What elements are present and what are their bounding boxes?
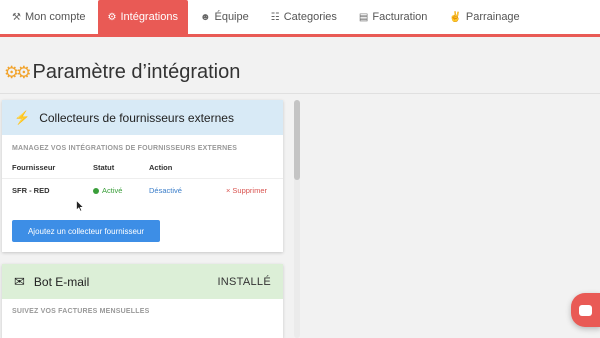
gear-icon: ⚙ — [107, 11, 117, 23]
status-dot-icon — [93, 187, 99, 194]
tab-label: Categories — [283, 11, 337, 23]
add-collector-button[interactable]: Ajoutez un collecteur fournisseur — [12, 220, 160, 242]
tab-parrainage[interactable]: ✌ Parrainage — [439, 0, 529, 34]
page-title-text: Paramètre d’intégration — [32, 61, 241, 83]
tab-categories[interactable]: ☷ Categories — [261, 0, 347, 34]
chat-bubble-icon — [579, 304, 592, 316]
tab-label: Parrainage — [465, 11, 520, 23]
collectors-subtitle: MANAGEZ VOS INTÉGRATIONS DE FOURNISSEURS… — [12, 145, 238, 152]
column-provider: Fournisseur — [12, 163, 56, 172]
installed-badge: INSTALLÉ — [217, 275, 271, 288]
deactivate-link[interactable]: Désactivé — [149, 186, 220, 195]
provider-name: SFR - RED — [12, 186, 50, 195]
users-icon: ☻ — [199, 11, 211, 23]
email-bot-panel-header: ✉ Bot E-mail INSTALLÉ — [2, 264, 283, 299]
tab-facturation[interactable]: ▤ Facturation — [349, 0, 437, 34]
column-action: Action — [149, 163, 173, 172]
collectors-panel-header: ⚡ Collecteurs de fournisseurs externes — [2, 100, 283, 135]
envelope-icon: ✉ — [14, 273, 25, 289]
tab-bar: ⚒ Mon compte ⚙ Intégrations ☻ Équipe ☷ C… — [0, 0, 600, 37]
email-bot-title: Bot E-mail — [33, 274, 90, 289]
column-status: Statut — [93, 163, 115, 172]
sitemap-icon: ☷ — [270, 11, 280, 23]
wrench-icon: ⚒ — [12, 11, 21, 23]
gears-icon: ⚙⚙ — [4, 62, 32, 82]
thumbs-up-icon: ✌ — [449, 11, 462, 23]
scrollbar-thumb[interactable] — [294, 100, 300, 180]
tab-integrations[interactable]: ⚙ Intégrations — [97, 0, 188, 34]
plug-icon: ⚡ — [14, 109, 31, 125]
tab-label: Équipe — [214, 11, 249, 23]
email-bot-subtitle: SUIVEZ VOS FACTURES MENSUELLES — [12, 308, 150, 315]
chat-button[interactable] — [571, 293, 600, 327]
mouse-cursor-icon — [76, 200, 84, 212]
tab-label: Facturation — [372, 11, 428, 23]
file-icon: ▤ — [358, 11, 369, 23]
tab-equipe[interactable]: ☻ Équipe — [190, 0, 259, 34]
status-label: Activé — [102, 186, 123, 195]
status-badge: Activé — [93, 186, 149, 195]
table-header: Fournisseur Statut Action — [2, 157, 283, 179]
delete-link[interactable]: × Supprimer — [220, 186, 273, 195]
collectors-panel: ⚡ Collecteurs de fournisseurs externes M… — [2, 100, 283, 252]
table-row: SFR - RED Activé Désactivé × Supprimer — [2, 179, 283, 202]
collectors-title: Collecteurs de fournisseurs externes — [39, 110, 234, 125]
tab-label: Intégrations — [120, 11, 178, 23]
divider — [0, 93, 600, 94]
email-bot-panel: ✉ Bot E-mail INSTALLÉ SUIVEZ VOS FACTURE… — [2, 264, 283, 338]
tab-label: Mon compte — [24, 11, 86, 23]
tab-mon-compte[interactable]: ⚒ Mon compte — [2, 0, 96, 34]
page-title: ⚙⚙ Paramètre d’intégration — [4, 61, 240, 84]
